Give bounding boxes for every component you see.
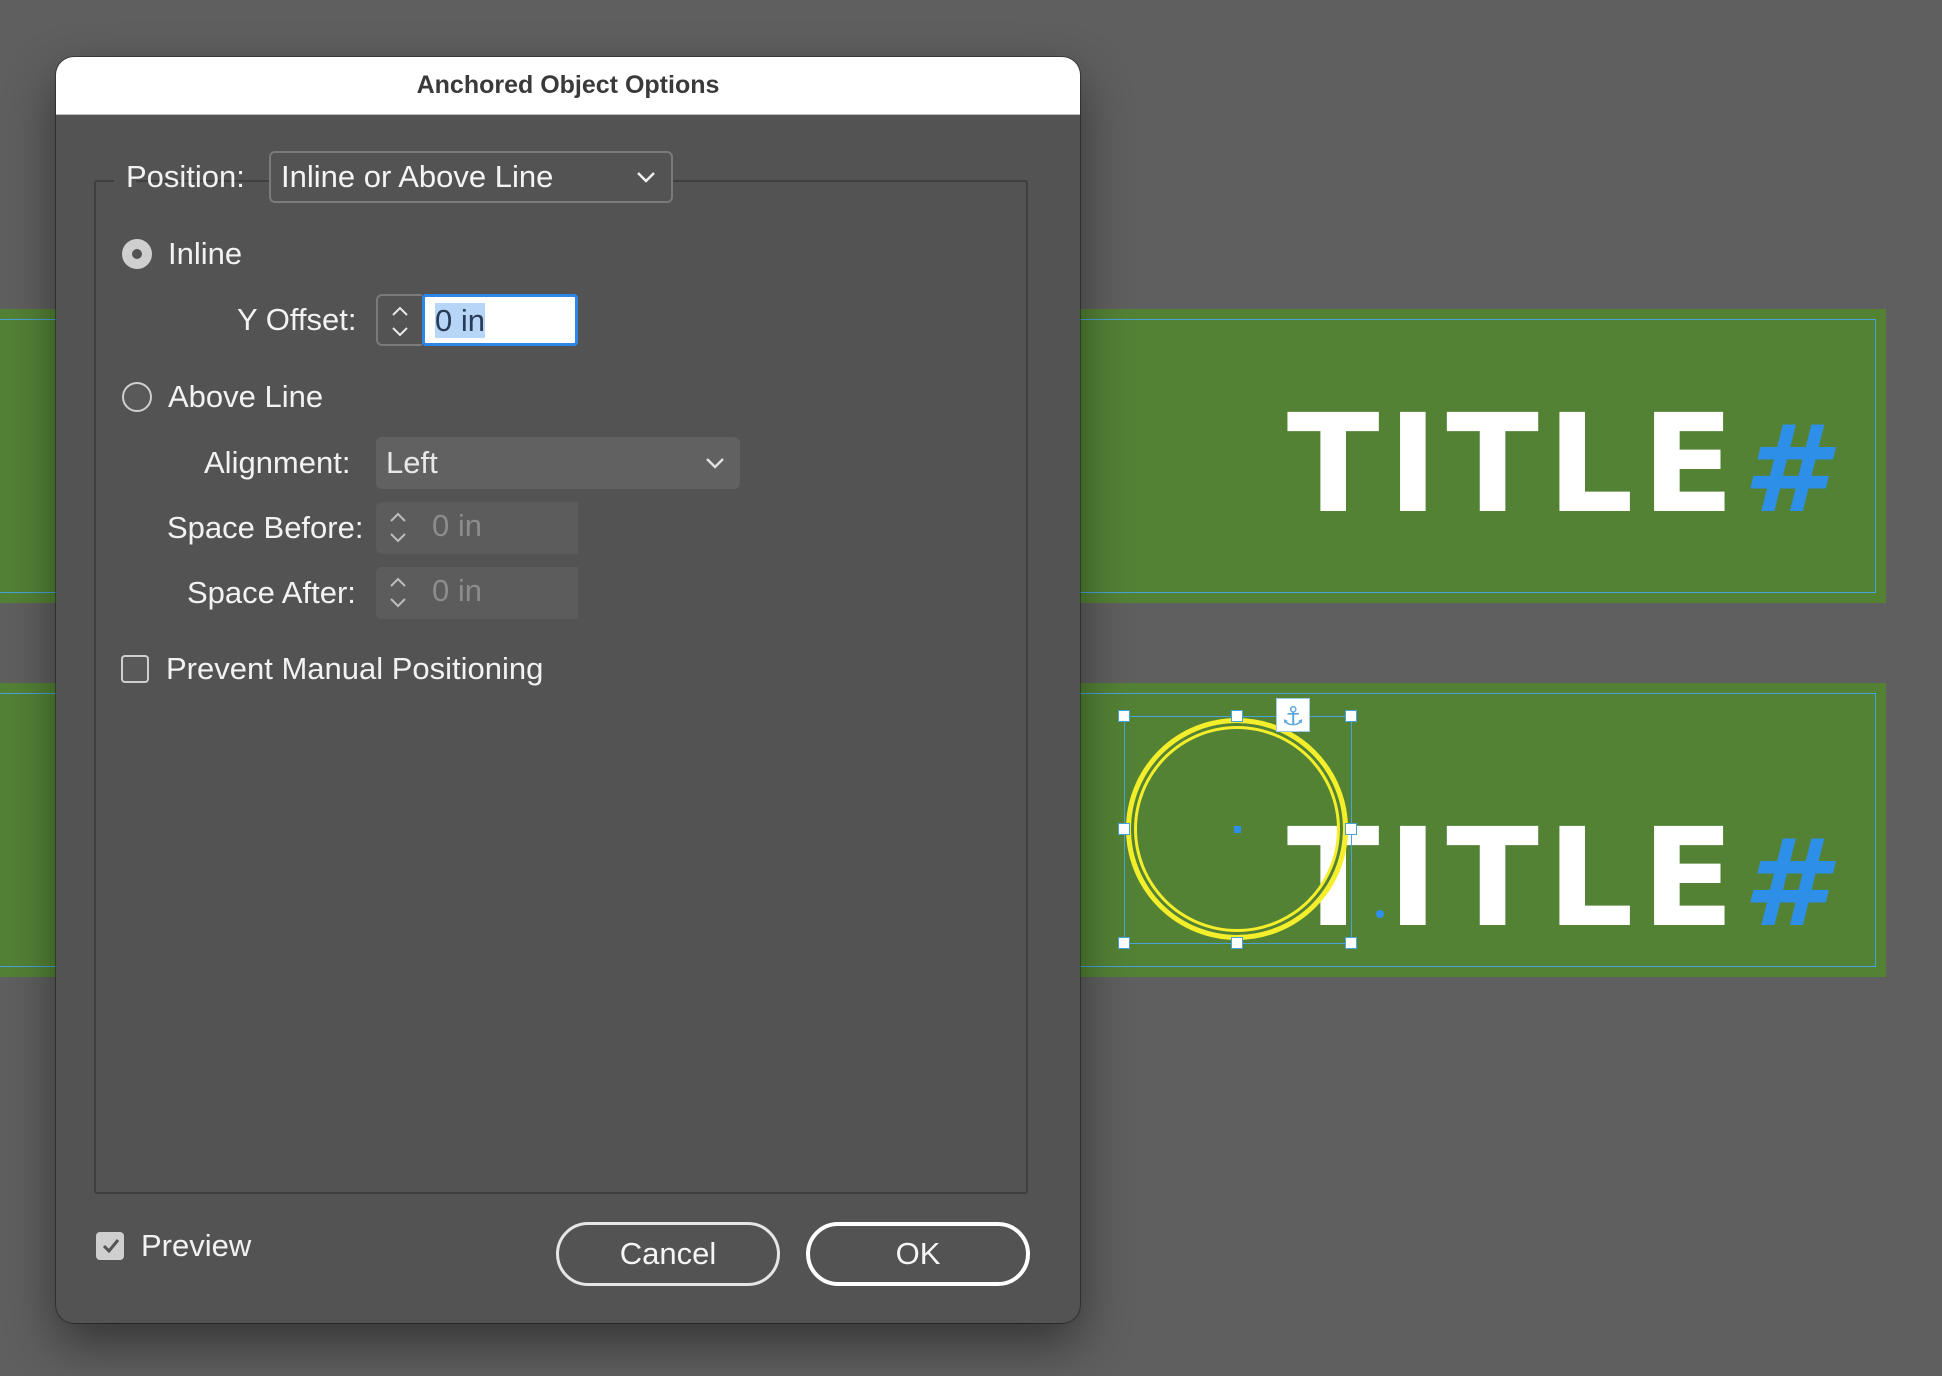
resize-handle-top-right[interactable]: [1345, 710, 1357, 722]
chevron-up-icon[interactable]: [390, 305, 410, 317]
space-before-stepper[interactable]: [376, 502, 422, 554]
y-offset-label: Y Offset:: [237, 302, 357, 337]
ok-button[interactable]: OK: [806, 1222, 1030, 1286]
alignment-dropdown[interactable]: Left: [376, 437, 740, 489]
chevron-up-icon[interactable]: [388, 511, 408, 523]
chevron-down-icon[interactable]: [388, 597, 408, 609]
space-before-label: Space Before:: [167, 510, 364, 545]
chevron-down-icon[interactable]: [388, 532, 408, 544]
cancel-button[interactable]: Cancel: [556, 1222, 780, 1286]
anchor-icon[interactable]: ⚓: [1276, 698, 1310, 732]
above-line-label: Above Line: [168, 379, 324, 414]
y-offset-stepper[interactable]: [376, 294, 422, 346]
chevron-down-icon: [637, 172, 655, 183]
position-selected-value: Inline or Above Line: [281, 159, 554, 194]
prevent-manual-positioning-label: Prevent Manual Positioning: [166, 651, 544, 686]
title-hash: #: [1742, 401, 1827, 540]
title-text[interactable]: TITLE#: [1287, 811, 1826, 947]
space-after-input[interactable]: 0 in: [422, 567, 578, 619]
dialog-title: Anchored Object Options: [56, 57, 1080, 115]
space-after-stepper[interactable]: [376, 567, 422, 619]
inline-label: Inline: [168, 236, 243, 271]
inline-radio[interactable]: [122, 239, 152, 269]
space-after-label: Space After:: [187, 575, 356, 610]
anchored-object-options-dialog: Anchored Object Options Position: Inline…: [56, 57, 1080, 1323]
title-text[interactable]: TITLE#: [1287, 397, 1826, 533]
chevron-down-icon: [706, 458, 724, 469]
resize-handle-top[interactable]: [1231, 710, 1243, 722]
resize-handle-top-left[interactable]: [1118, 710, 1130, 722]
checkmark-icon: [102, 1239, 120, 1254]
position-dropdown[interactable]: Inline or Above Line: [269, 151, 673, 203]
center-point: [1234, 826, 1241, 833]
chevron-down-icon[interactable]: [390, 326, 410, 338]
resize-handle-bottom-right[interactable]: [1345, 937, 1357, 949]
resize-handle-bottom[interactable]: [1231, 937, 1243, 949]
resize-handle-right[interactable]: [1345, 823, 1357, 835]
anchored-circle-object[interactable]: ⚓: [1118, 698, 1357, 949]
alignment-label: Alignment:: [204, 445, 351, 480]
space-before-input[interactable]: 0 in: [422, 502, 578, 554]
anchor-marker: [1376, 910, 1384, 918]
chevron-up-icon[interactable]: [388, 576, 408, 588]
position-row: Position:: [114, 151, 245, 203]
preview-label: Preview: [141, 1228, 252, 1263]
y-offset-input[interactable]: 0 in: [422, 294, 578, 346]
resize-handle-left[interactable]: [1118, 823, 1130, 835]
prevent-manual-positioning-checkbox[interactable]: [121, 655, 149, 683]
resize-handle-bottom-left[interactable]: [1118, 937, 1130, 949]
alignment-selected-value: Left: [386, 445, 438, 480]
above-line-radio[interactable]: [122, 382, 152, 412]
title-hash: #: [1742, 815, 1827, 954]
preview-checkbox[interactable]: [96, 1232, 124, 1260]
position-label: Position:: [126, 159, 245, 194]
